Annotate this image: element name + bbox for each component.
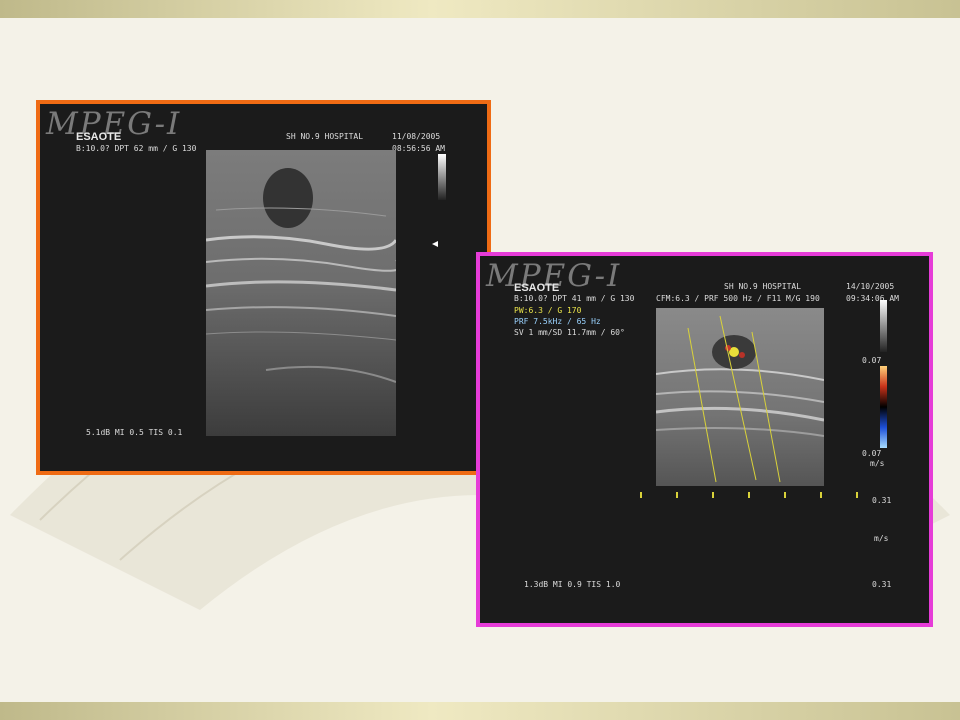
doppler-unit: m/s (874, 534, 889, 543)
sample-volume-params: SV 1 mm/SD 11.7mm / 60° (514, 328, 625, 337)
ultrasound-image (206, 150, 396, 436)
pw-params: PW:6.3 / G 170 (514, 306, 582, 315)
depth-marker-icon (432, 241, 438, 247)
ultrasound-panel-left: MPEG-I ESAOTE B:10.0? DPT 62 mm / G 130 … (36, 100, 491, 475)
doppler-value-bottom: 0.31 (872, 580, 892, 589)
hospital-name: SH NO.9 HOSPITAL (724, 282, 802, 291)
scan-time: 09:34:06 AM (846, 294, 899, 303)
color-velocity-scale (880, 366, 887, 448)
brand-label: ESAOTE (76, 131, 122, 143)
bottom-params: 1.3dB MI 0.9 TIS 1.0 (524, 580, 621, 589)
hospital-name: SH NO.9 HOSPITAL (286, 132, 364, 141)
scan-date: 11/08/2005 (392, 132, 441, 141)
doppler-baseline (640, 492, 858, 498)
scale-top-value: 0.07 (862, 356, 882, 365)
brand-label: ESAOTE (514, 282, 560, 294)
ultrasound-panel-right: MPEG-I ESAOTE B:10.0? DPT 41 mm / G 130 … (476, 252, 933, 627)
scale-unit: m/s (870, 459, 885, 468)
grayscale-bar (438, 154, 446, 200)
cfm-params: CFM:6.3 / PRF 500 Hz / F11 M/G 190 (656, 294, 820, 303)
prf-params: PRF 7.5kHz / 65 Hz (514, 317, 601, 326)
doppler-value-top: 0.31 (872, 496, 892, 505)
scan-time: 08:56:56 AM (392, 144, 445, 153)
scan-date: 14/10/2005 (846, 282, 895, 291)
scale-bottom-value: 0.07 (862, 449, 882, 458)
scan-params: B:10.0? DPT 62 mm / G 130 (76, 144, 197, 153)
ultrasound-image (656, 308, 824, 486)
bottom-params: 5.1dB MI 0.5 TIS 0.1 (86, 428, 183, 437)
scan-params: B:10.0? DPT 41 mm / G 130 (514, 294, 635, 303)
grayscale-bar (880, 300, 887, 352)
